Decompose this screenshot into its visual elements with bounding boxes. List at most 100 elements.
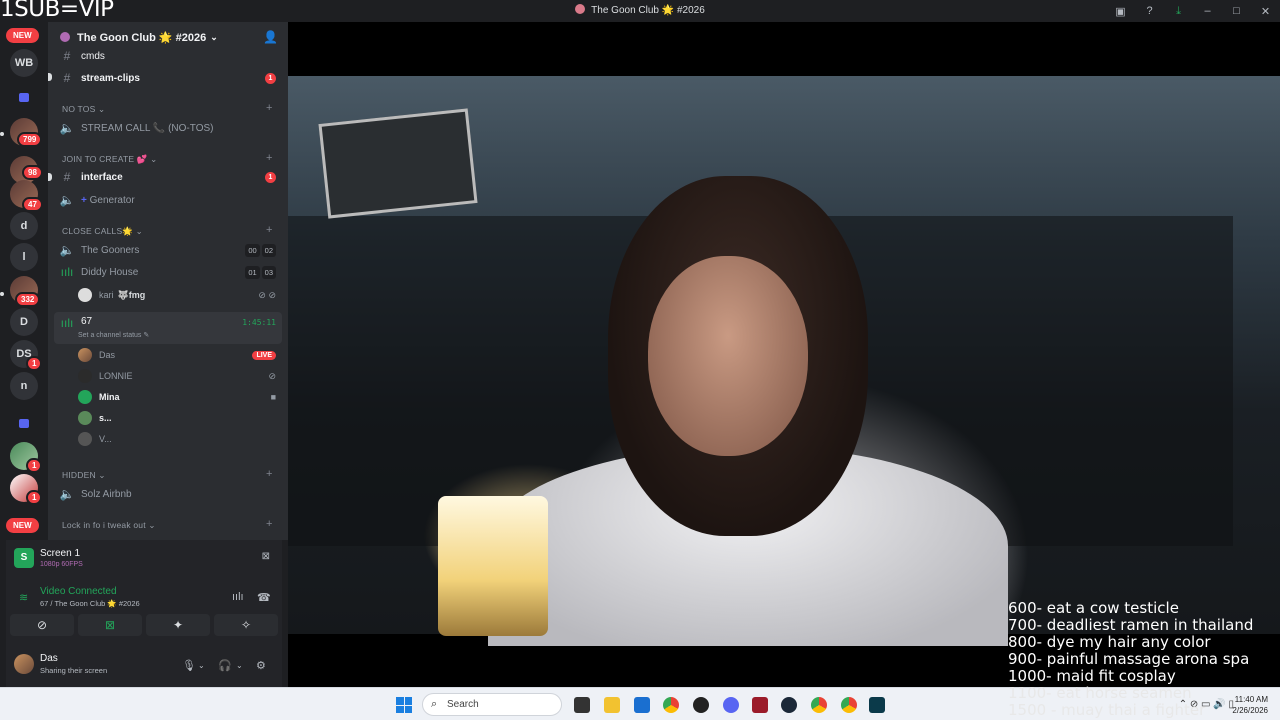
camera-off-button[interactable]: ⊘	[10, 614, 74, 636]
add-channel-icon[interactable]: +	[266, 518, 273, 530]
server-folder[interactable]	[10, 84, 38, 112]
server-D[interactable]: D	[10, 308, 38, 336]
channel-stream-call[interactable]: 🔈 STREAM CALL 📞 (NO-TOS)	[54, 118, 282, 138]
unread-badge: 1	[26, 356, 43, 371]
search-icon: ⌕	[431, 698, 438, 710]
server-wb[interactable]: WB	[10, 49, 38, 77]
screen-share-icon: S	[14, 548, 34, 568]
chrome-icon[interactable]	[663, 697, 679, 713]
avatar[interactable]	[14, 654, 34, 674]
noise-suppression-icon[interactable]: ıılı	[232, 591, 244, 603]
server-l[interactable]: l	[10, 243, 38, 271]
muted-deafened-icon: ⊘ ⊘	[258, 289, 276, 300]
channel-interface[interactable]: # interface 1	[54, 167, 282, 187]
chevron-down-icon[interactable]: ⌄	[198, 661, 205, 670]
chrome-icon[interactable]	[841, 697, 857, 713]
chrome-icon[interactable]	[811, 697, 827, 713]
download-icon[interactable]: ⤓	[1164, 5, 1193, 18]
start-icon[interactable]	[396, 697, 412, 713]
add-channel-icon[interactable]: +	[266, 224, 273, 236]
invite-icon[interactable]: 👤	[263, 30, 278, 44]
store-icon[interactable]	[634, 697, 650, 713]
add-channel-icon[interactable]: +	[266, 152, 273, 164]
stream-view[interactable]	[288, 22, 1280, 687]
add-channel-icon[interactable]: +	[266, 468, 273, 480]
channel-gooners[interactable]: 🔈 The Gooners 00 02	[54, 240, 282, 260]
app-icon[interactable]	[693, 697, 709, 713]
server-icon	[575, 4, 586, 14]
unread-badge: 98	[22, 165, 43, 180]
category-join[interactable]: JOIN TO CREATE 💕 ⌄ +	[62, 152, 272, 165]
channel-diddy-house[interactable]: ıılı Diddy House 01 03	[54, 262, 282, 282]
channel-solz-airbnb[interactable]: 🔈 Solz Airbnb	[54, 484, 282, 504]
maximize-button[interactable]: □	[1222, 5, 1251, 17]
tier-line: 600- eat a cow testicle	[1008, 599, 1179, 617]
discord-icon[interactable]	[723, 697, 739, 713]
category-notos[interactable]: NO TOS ⌄ +	[62, 102, 272, 115]
user-area: Das Sharing their screen 🎙 ⌄ 🎧 ⌄ ⚙	[6, 644, 282, 687]
new-pill[interactable]: NEW	[6, 28, 39, 43]
voice-panel: S Screen 1 1080p 60FPS ⊠ ≋ Video Connect…	[6, 540, 282, 687]
channel-stream-clips[interactable]: # stream-clips 1	[54, 68, 282, 88]
stream-video[interactable]	[288, 76, 1280, 646]
voice-member[interactable]: s...	[78, 408, 282, 428]
category-lock-in[interactable]: Lock in fo i tweak out ⌄ +	[62, 518, 272, 531]
voice-member[interactable]: V...	[78, 429, 282, 449]
channel-67[interactable]: ıılı 67 1:45:11 Set a channel status ✎	[54, 312, 282, 344]
channel-cmds[interactable]: # cmds	[54, 46, 282, 66]
user-limit: 01 03	[245, 266, 276, 279]
voice-member[interactable]: kari 🐺fmg ⊘ ⊘	[78, 285, 282, 305]
video-lamp	[438, 496, 548, 636]
voice-controls: ⊘ ⊠ ✦ ✧	[10, 614, 278, 636]
terminal-icon[interactable]	[869, 697, 885, 713]
server-n[interactable]: n	[10, 372, 38, 400]
server-folder-2[interactable]	[10, 410, 38, 438]
microphone-icon[interactable]: 🎙	[182, 659, 196, 672]
avatar	[78, 348, 92, 362]
speaker-icon: 🔈	[59, 121, 75, 135]
user-name[interactable]: Das	[40, 653, 58, 664]
voice-member[interactable]: Das LIVE	[78, 345, 282, 365]
voice-member[interactable]: Mina ■	[78, 387, 282, 407]
voice-member[interactable]: LONNIE ⊘	[78, 366, 282, 386]
help-icon[interactable]: ?	[1135, 5, 1164, 17]
channel-list: The Goon Club 🌟 #2026 ⌄ 👤 # cmds # stream…	[48, 22, 288, 540]
unread-badge: 1	[26, 458, 43, 473]
avatar	[78, 288, 92, 302]
close-button[interactable]: ✕	[1251, 5, 1280, 18]
add-channel-icon[interactable]: +	[266, 102, 273, 114]
chevron-down-icon[interactable]: ⌄	[236, 661, 243, 670]
live-badge: LIVE	[252, 350, 276, 360]
task-view-icon[interactable]	[574, 697, 590, 713]
speaker-icon: 🔈	[59, 487, 75, 501]
mention-badge: 1	[265, 172, 276, 183]
tier-line: 1500 - muay thai a fighter	[1008, 701, 1206, 719]
taskbar-search[interactable]: ⌕ Search	[422, 693, 562, 716]
settings-icon[interactable]: ⚙	[256, 659, 266, 672]
server-d[interactable]: d	[10, 212, 38, 240]
inbox-icon[interactable]: ▣	[1106, 5, 1135, 18]
new-pill[interactable]: NEW	[6, 518, 39, 533]
channel-generator[interactable]: 🔈 + Generator	[54, 190, 282, 210]
minimize-button[interactable]: –	[1193, 5, 1222, 17]
avatar	[78, 369, 92, 383]
headphones-icon[interactable]: 🎧	[218, 659, 232, 672]
disconnect-icon[interactable]: ☎	[257, 591, 271, 604]
soundboard-button[interactable]: ✧	[214, 614, 278, 636]
call-timer: 1:45:11	[242, 318, 276, 327]
steam-icon[interactable]	[781, 697, 797, 713]
acrobat-icon[interactable]	[752, 697, 768, 713]
text-channel-icon: #	[63, 170, 71, 184]
stream-quality: 1080p 60FPS	[40, 561, 83, 568]
stop-stream-icon[interactable]: ⊠	[262, 551, 270, 562]
activities-button[interactable]: ✦	[146, 614, 210, 636]
category-hidden[interactable]: HIDDEN ⌄ +	[62, 468, 272, 481]
channel-status[interactable]: Set a channel status ✎	[78, 331, 149, 339]
signal-icon[interactable]: ≋	[19, 591, 28, 604]
deafened-icon: ⊘	[268, 370, 276, 381]
text-channel-icon: #	[63, 49, 71, 63]
file-explorer-icon[interactable]	[604, 697, 620, 713]
voice-status[interactable]: Video Connected	[40, 586, 117, 597]
category-close-calls[interactable]: CLOSE CALLS🌟 ⌄ +	[62, 224, 272, 237]
share-screen-button[interactable]: ⊠	[78, 614, 142, 636]
